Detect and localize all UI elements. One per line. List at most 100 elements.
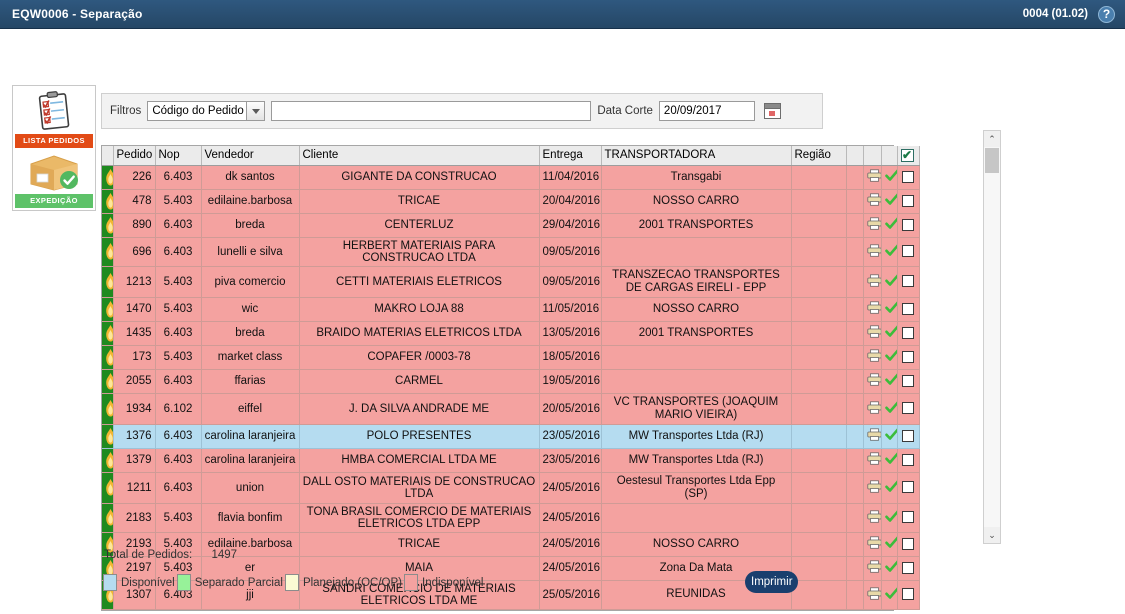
row-select-checkbox-cell[interactable] xyxy=(897,189,920,214)
filter-search-input[interactable] xyxy=(271,101,592,121)
vertical-scrollbar[interactable]: ⌃ ⌄ xyxy=(983,130,1001,544)
row-printer-icon[interactable] xyxy=(863,213,882,238)
table-row[interactable]: 1934 6.102 eiffel J. DA SILVA ANDRADE ME 20/… xyxy=(102,393,920,425)
row-printer-icon[interactable] xyxy=(863,345,882,370)
filter-type-select[interactable]: Código do Pedido xyxy=(147,101,266,121)
row-select-checkbox-cell[interactable] xyxy=(897,321,920,346)
row-printer-icon[interactable] xyxy=(863,556,882,581)
row-green-check-icon[interactable] xyxy=(881,472,898,504)
row-printer-icon[interactable] xyxy=(863,503,882,533)
row-checkbox[interactable] xyxy=(902,511,914,524)
print-button[interactable]: Imprimir xyxy=(745,571,798,593)
row-select-checkbox-cell[interactable] xyxy=(897,472,920,504)
row-green-check-icon[interactable] xyxy=(881,503,898,533)
data-corte-input[interactable] xyxy=(658,101,755,121)
row-printer-icon[interactable] xyxy=(863,472,882,504)
row-checkbox[interactable] xyxy=(902,194,914,207)
row-select-checkbox-cell[interactable] xyxy=(897,213,920,238)
row-green-check-icon[interactable] xyxy=(881,266,898,298)
row-green-check-icon[interactable] xyxy=(881,213,898,238)
table-row[interactable]: 1213 5.403 piva comercio CETTI MATERIAIS EL… xyxy=(102,266,920,298)
row-printer-icon[interactable] xyxy=(863,532,882,557)
row-checkbox[interactable] xyxy=(902,588,914,601)
row-checkbox[interactable] xyxy=(902,561,914,574)
table-row[interactable]: 2183 5.403 flavia bonfim TONA BRASIL COMERC… xyxy=(102,503,920,533)
row-printer-icon[interactable] xyxy=(863,580,882,610)
calendar-icon[interactable] xyxy=(763,103,781,119)
row-checkbox[interactable] xyxy=(902,453,914,466)
select-all-checkbox[interactable]: ✔ xyxy=(900,148,914,162)
row-select-checkbox-cell[interactable] xyxy=(897,424,920,449)
table-row[interactable]: 1379 6.403 carolina laranjeira HMBA COMERCI… xyxy=(102,448,920,473)
table-row[interactable]: 1211 6.403 union DALL OSTO MATERIAIS DE CON… xyxy=(102,472,920,504)
table-row[interactable]: 1376 6.403 carolina laranjeira POLO PRESENT… xyxy=(102,424,920,449)
row-printer-icon[interactable] xyxy=(863,266,882,298)
row-green-check-icon[interactable] xyxy=(881,321,898,346)
row-checkbox[interactable] xyxy=(902,481,914,494)
row-checkbox[interactable] xyxy=(902,245,914,258)
row-checkbox[interactable] xyxy=(902,537,914,550)
column-header-pedido[interactable]: Pedido xyxy=(113,146,156,166)
row-checkbox[interactable] xyxy=(902,302,914,315)
row-printer-icon[interactable] xyxy=(863,424,882,449)
scroll-down-icon[interactable]: ⌄ xyxy=(984,527,1000,543)
row-green-check-icon[interactable] xyxy=(881,393,898,425)
row-green-check-icon[interactable] xyxy=(881,165,898,190)
row-green-check-icon[interactable] xyxy=(881,556,898,581)
column-header-cliente[interactable]: Cliente xyxy=(299,146,540,166)
column-header-nop[interactable]: Nop xyxy=(155,146,202,166)
table-row[interactable]: 1435 6.403 breda BRAIDO MATERIAS ELETRICOS … xyxy=(102,321,920,346)
row-printer-icon[interactable] xyxy=(863,369,882,394)
row-green-check-icon[interactable] xyxy=(881,237,898,267)
row-printer-icon[interactable] xyxy=(863,448,882,473)
row-select-checkbox-cell[interactable] xyxy=(897,297,920,322)
row-checkbox[interactable] xyxy=(902,275,914,288)
row-green-check-icon[interactable] xyxy=(881,532,898,557)
table-row[interactable]: 478 5.403 edilaine.barbosa TRICAE 20/04/2016… xyxy=(102,189,920,214)
row-select-checkbox-cell[interactable] xyxy=(897,556,920,581)
row-green-check-icon[interactable] xyxy=(881,369,898,394)
row-checkbox[interactable] xyxy=(902,374,914,387)
row-select-checkbox-cell[interactable] xyxy=(897,345,920,370)
row-checkbox[interactable] xyxy=(902,218,914,231)
row-select-checkbox-cell[interactable] xyxy=(897,503,920,533)
help-icon[interactable]: ? xyxy=(1098,5,1115,23)
table-row[interactable]: 696 6.403 lunelli e silva HERBERT MATERIAIS… xyxy=(102,237,920,267)
scroll-up-icon[interactable]: ⌃ xyxy=(984,131,1000,147)
table-row[interactable]: 1470 5.403 wic MAKRO LOJA 88 11/05/2016 NOSSO… xyxy=(102,297,920,322)
row-select-checkbox-cell[interactable] xyxy=(897,237,920,267)
sidebar-item-lista-pedidos[interactable]: LISTA PEDIDOS xyxy=(15,88,93,148)
row-checkbox[interactable] xyxy=(902,170,914,183)
table-row[interactable]: 2055 6.403 ffarias CARMEL 19/05/2016 xyxy=(102,369,920,394)
row-select-checkbox-cell[interactable] xyxy=(897,165,920,190)
table-row[interactable]: 890 6.403 breda CENTERLUZ 29/04/2016 2001 TRA… xyxy=(102,213,920,238)
row-green-check-icon[interactable] xyxy=(881,345,898,370)
row-select-checkbox-cell[interactable] xyxy=(897,580,920,610)
column-header-transportadora[interactable]: TRANSPORTADORA xyxy=(601,146,792,166)
row-printer-icon[interactable] xyxy=(863,321,882,346)
row-select-checkbox-cell[interactable] xyxy=(897,448,920,473)
table-row[interactable]: 173 5.403 market class COPAFER /0003-78 18/0… xyxy=(102,345,920,370)
row-select-checkbox-cell[interactable] xyxy=(897,266,920,298)
row-green-check-icon[interactable] xyxy=(881,297,898,322)
row-select-checkbox-cell[interactable] xyxy=(897,393,920,425)
row-select-checkbox-cell[interactable] xyxy=(897,532,920,557)
column-header-vendedor[interactable]: Vendedor xyxy=(201,146,300,166)
row-green-check-icon[interactable] xyxy=(881,189,898,214)
row-printer-icon[interactable] xyxy=(863,237,882,267)
sidebar-item-expedicao[interactable]: EXPEDIÇÃO xyxy=(15,148,93,208)
row-printer-icon[interactable] xyxy=(863,165,882,190)
row-green-check-icon[interactable] xyxy=(881,424,898,449)
row-green-check-icon[interactable] xyxy=(881,448,898,473)
row-printer-icon[interactable] xyxy=(863,297,882,322)
row-checkbox[interactable] xyxy=(902,429,914,442)
row-printer-icon[interactable] xyxy=(863,189,882,214)
column-header-regiao[interactable]: Região xyxy=(791,146,847,166)
row-green-check-icon[interactable] xyxy=(881,580,898,610)
row-select-checkbox-cell[interactable] xyxy=(897,369,920,394)
row-checkbox[interactable] xyxy=(902,402,914,415)
scrollbar-thumb[interactable] xyxy=(985,148,999,173)
table-row[interactable]: 226 6.403 dk santos GIGANTE DA CONSTRUCAO 11… xyxy=(102,165,920,190)
row-checkbox[interactable] xyxy=(902,326,914,339)
column-header-entrega[interactable]: Entrega xyxy=(539,146,602,166)
